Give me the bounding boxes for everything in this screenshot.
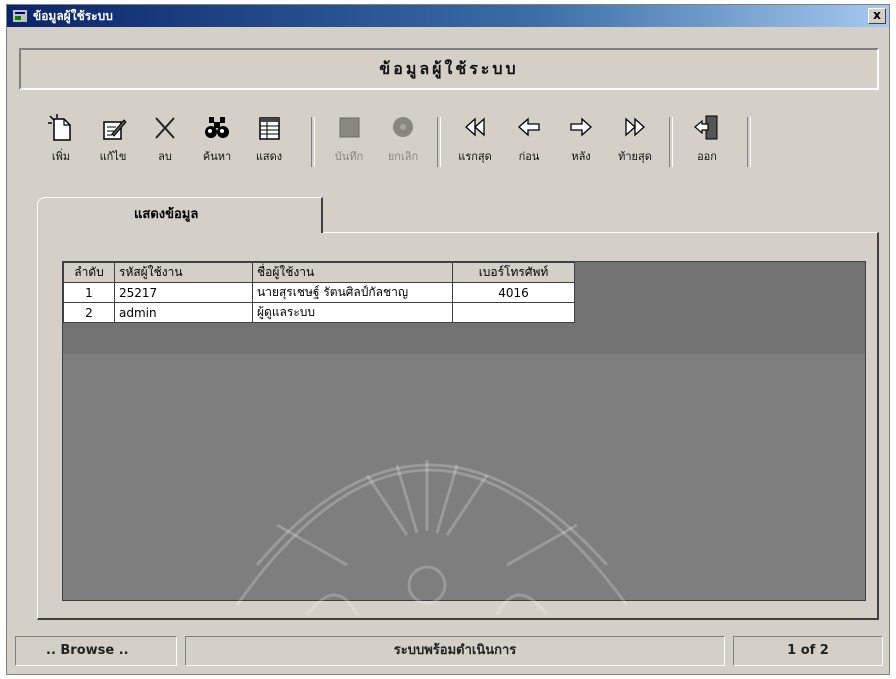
previous-record-button[interactable]: ก่อน [501, 113, 557, 173]
edit-icon [103, 119, 127, 140]
prev-label: ก่อน [518, 150, 540, 163]
table-view-icon [259, 117, 280, 140]
save-icon [339, 117, 360, 138]
tab-panel: ลำดับ รหัสผู้ใช้งาน ชื่อผู้ใช้งาน เบอร์โ… [37, 232, 879, 620]
data-grid[interactable]: ลำดับ รหัสผู้ใช้งาน ชื่อผู้ใช้งาน เบอร์โ… [62, 261, 866, 601]
arrow-right-icon [570, 117, 592, 137]
cancel-icon [393, 117, 413, 137]
window-title: ข้อมูลผู้ใช้ระบบ [33, 9, 113, 23]
save-button[interactable]: บันทึก [321, 113, 377, 173]
cell-user-id[interactable]: admin [114, 302, 253, 323]
last-record-button[interactable]: ท้ายสุด [607, 113, 663, 173]
cell-phone[interactable]: 4016 [452, 282, 575, 303]
column-header-order[interactable]: ลำดับ [63, 262, 115, 283]
cell-user-name[interactable]: นายสุรเชษฐ์ รัตนศิลป์กัลชาญ [252, 282, 453, 303]
main-window: ข้อมูลผู้ใช้ระบบ x ข้อมูลผู้ใช้ระบบ เพิ่… [6, 4, 890, 675]
exit-button[interactable]: ออก [679, 113, 735, 173]
edit-label: แก้ไข [99, 150, 127, 163]
last-record-icon [625, 117, 645, 137]
exit-label: ออก [697, 150, 717, 163]
cell-phone[interactable] [452, 302, 575, 323]
toolbar-separator [669, 117, 673, 167]
delete-x-icon [155, 117, 175, 139]
save-label: บันทึก [334, 150, 364, 163]
last-label: ท้ายสุด [618, 150, 652, 163]
cell-user-id[interactable]: 25217 [114, 282, 253, 303]
cell-order[interactable]: 2 [63, 302, 115, 323]
record-counter: 1 of 2 [733, 636, 883, 666]
first-record-button[interactable]: แรกสุด [447, 113, 503, 173]
delete-label: ลบ [158, 150, 172, 163]
close-button[interactable]: x [868, 8, 886, 24]
search-button[interactable]: ค้นหา [189, 113, 245, 173]
title-bar: ข้อมูลผู้ใช้ระบบ x [7, 5, 889, 27]
cancel-button[interactable]: ยกเลิก [375, 113, 431, 173]
arrow-left-icon [518, 117, 540, 137]
add-label: เพิ่ม [51, 150, 71, 163]
table-header-row: ลำดับ รหัสผู้ใช้งาน ชื่อผู้ใช้งาน เบอร์โ… [63, 262, 575, 283]
first-record-icon [465, 117, 485, 137]
column-header-user-id[interactable]: รหัสผู้ใช้งาน [114, 262, 253, 283]
exit-door-icon [694, 115, 718, 140]
status-message: ระบบพร้อมดำเนินการ [185, 636, 725, 666]
next-record-button[interactable]: หลัง [553, 113, 609, 173]
toolbar-separator [311, 117, 315, 167]
next-label: หลัง [571, 150, 591, 163]
show-button[interactable]: แสดง [241, 113, 297, 173]
cancel-label: ยกเลิก [387, 150, 419, 163]
page-title: ข้อมูลผู้ใช้ระบบ [19, 48, 879, 90]
binoculars-icon [205, 117, 229, 138]
grid-empty-area [63, 354, 865, 600]
cell-order[interactable]: 1 [63, 282, 115, 303]
users-table: ลำดับ รหัสผู้ใช้งาน ชื่อผู้ใช้งาน เบอร์โ… [63, 262, 575, 323]
column-header-user-name[interactable]: ชื่อผู้ใช้งาน [252, 262, 453, 283]
status-bar: .. Browse .. ระบบพร้อมดำเนินการ 1 of 2 [15, 636, 883, 666]
cell-user-name[interactable]: ผู้ดูแลระบบ [252, 302, 453, 323]
tab-show-data[interactable]: แสดงข้อมูล [37, 197, 323, 233]
toolbar-separator [747, 117, 751, 167]
edit-button[interactable]: แก้ไข [85, 113, 141, 173]
toolbar-separator [437, 117, 441, 167]
toolbar: เพิ่ม แก้ไข ลบ ค้นหา แสดง บันทึก ยกเลิก … [19, 97, 879, 187]
show-label: แสดง [255, 150, 283, 163]
search-label: ค้นหา [202, 150, 232, 163]
table-row[interactable]: 2 admin ผู้ดูแลระบบ [63, 302, 575, 323]
first-label: แรกสุด [458, 150, 492, 163]
column-header-phone[interactable]: เบอร์โทรศัพท์ [452, 262, 575, 283]
app-icon [13, 10, 27, 22]
new-document-icon [48, 114, 71, 141]
add-button[interactable]: เพิ่ม [33, 113, 89, 173]
table-row[interactable]: 1 25217 นายสุรเชษฐ์ รัตนศิลป์กัลชาญ 4016 [63, 282, 575, 303]
status-mode: .. Browse .. [15, 636, 177, 666]
delete-button[interactable]: ลบ [137, 113, 193, 173]
